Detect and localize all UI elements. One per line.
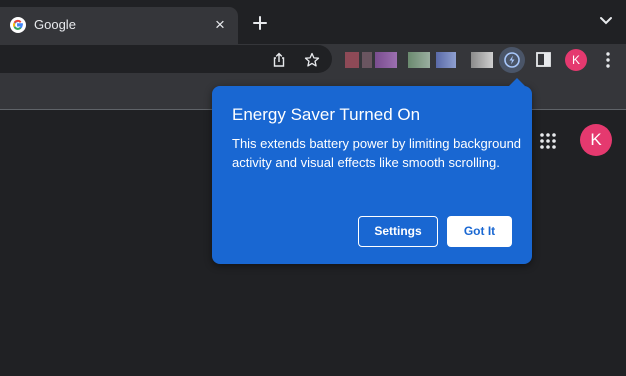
tab-search-icon[interactable] <box>599 16 613 26</box>
bookmark-star-icon[interactable] <box>304 52 320 68</box>
extension-icon[interactable] <box>471 52 493 68</box>
energy-saver-icon <box>504 52 520 68</box>
address-bar[interactable] <box>0 45 332 73</box>
tab-google[interactable]: Google × <box>0 7 238 44</box>
bubble-arrow <box>509 78 525 86</box>
settings-button[interactable]: Settings <box>358 216 438 247</box>
extension-icon[interactable] <box>362 52 372 68</box>
new-tab-icon[interactable] <box>249 12 271 34</box>
energy-saver-bubble: Energy Saver Turned On This extends batt… <box>212 78 532 264</box>
side-panel-icon[interactable] <box>536 52 551 67</box>
close-icon[interactable]: × <box>211 16 229 34</box>
google-favicon <box>10 17 26 33</box>
tab-title: Google <box>34 17 76 32</box>
kebab-menu-icon[interactable] <box>605 52 611 68</box>
extension-icon[interactable] <box>375 52 397 68</box>
toolbar: K <box>0 44 626 76</box>
bubble-body: This extends battery power by limiting b… <box>232 136 522 170</box>
energy-saver-button[interactable] <box>499 47 525 73</box>
apps-grid-icon[interactable] <box>539 132 557 150</box>
got-it-button[interactable]: Got It <box>447 216 512 247</box>
profile-avatar[interactable]: K <box>565 49 587 71</box>
extension-icon[interactable] <box>345 52 359 68</box>
extension-icon[interactable] <box>436 52 456 68</box>
tab-strip: Google × <box>0 0 626 44</box>
extension-icon[interactable] <box>408 52 430 68</box>
share-icon[interactable] <box>271 52 287 68</box>
google-account-avatar[interactable]: K <box>580 124 612 156</box>
bubble-title: Energy Saver Turned On <box>232 105 421 124</box>
